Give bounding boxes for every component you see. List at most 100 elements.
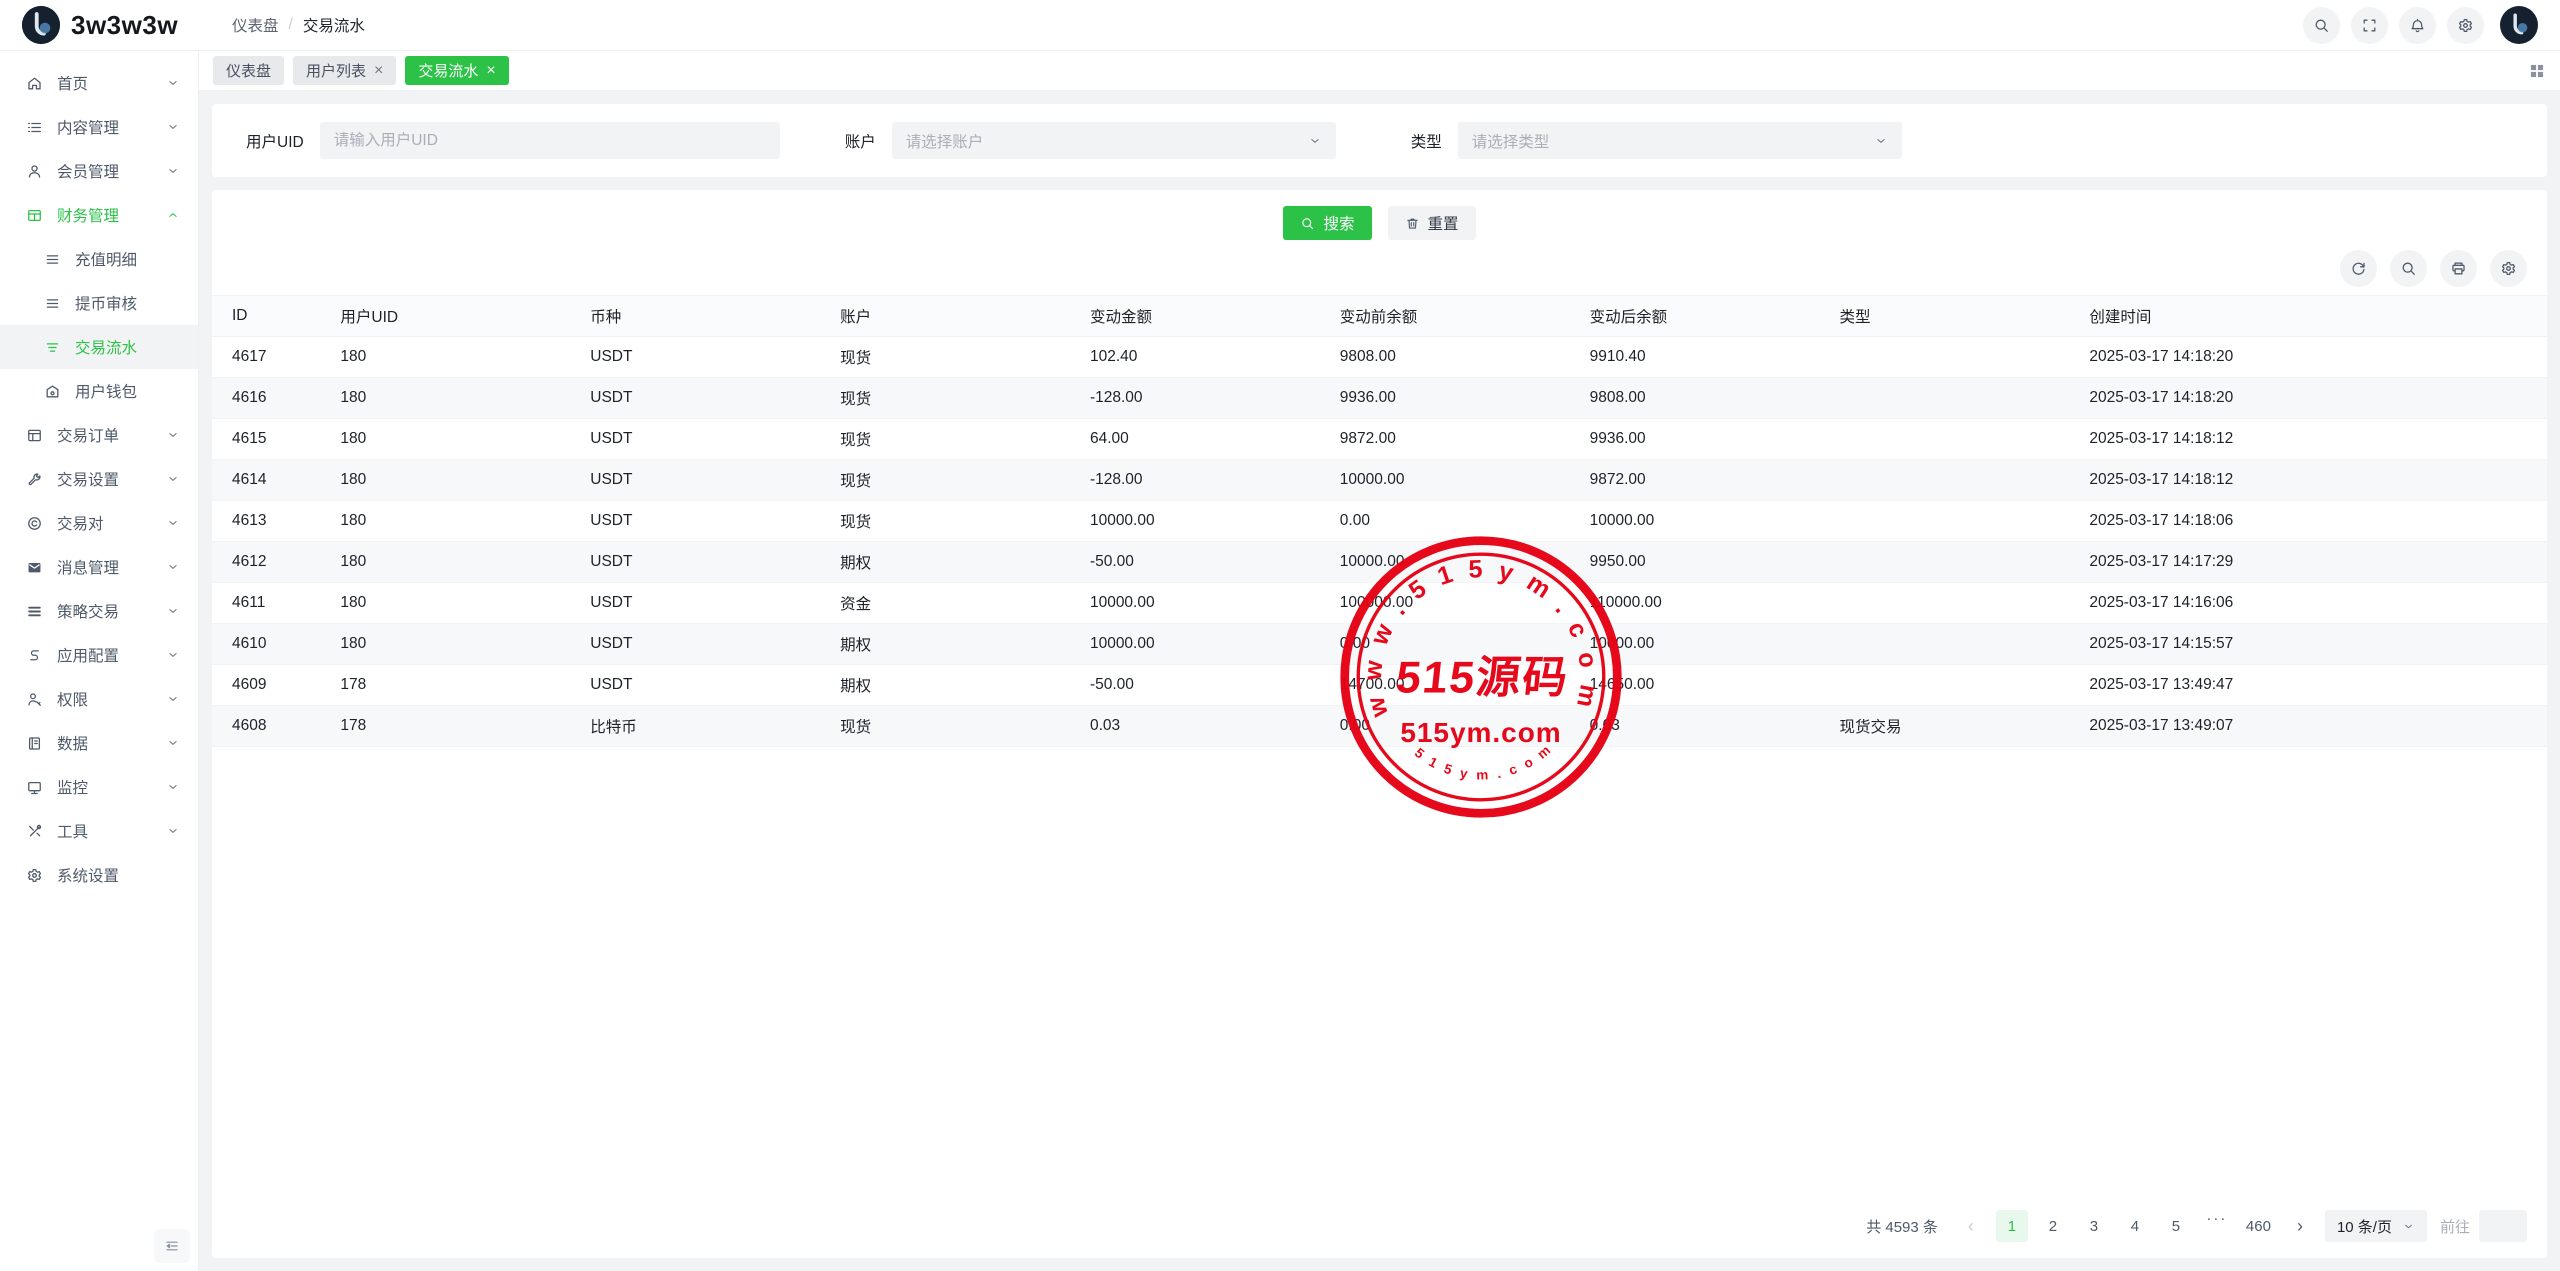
table-row[interactable]: 4610180USDT期权10000.000.0010000.002025-03… [212,624,2547,665]
sidebar-item-withdraw-audit[interactable]: 提币审核 [0,281,198,325]
table-gear-button[interactable] [2490,250,2527,287]
table-refresh-button[interactable] [2340,250,2377,287]
goto-page-input[interactable] [2479,1210,2527,1242]
table-row[interactable]: 4611180USDT资金10000.00100000.00110000.002… [212,583,2547,624]
page-button-4[interactable]: 4 [2119,1210,2151,1242]
tab-trade-flow[interactable]: 交易流水× [405,56,508,85]
page-size-select[interactable]: 10 条/页 [2325,1210,2427,1242]
next-page-button[interactable]: › [2284,1210,2316,1242]
avatar[interactable] [2500,6,2538,44]
tab-user-list[interactable]: 用户列表× [293,56,396,85]
monitor-icon [26,779,43,796]
table-search-button[interactable] [2390,250,2427,287]
sidebar-item-finance-mgmt[interactable]: 财务管理 [0,193,198,237]
sidebar-item-data[interactable]: 数据 [0,721,198,765]
sidebar-item-system-settings[interactable]: 系统设置 [0,853,198,897]
gear-button[interactable] [2447,7,2484,44]
sidebar-item-tools[interactable]: 工具 [0,809,198,853]
tabbar: 仪表盘用户列表× 交易流水× [199,51,2560,91]
filter-account-group: 账户 请选择账户 [845,122,1336,159]
table-card: 搜索 重置 ID用户UID币种账户变动金额变动前余额变动后余额类型创建时间 46… [212,190,2547,1258]
table-row[interactable]: 4608178比特币现货0.030.000.03现货交易2025-03-17 1… [212,706,2547,747]
collapse-icon [164,1238,180,1254]
chevron-down-icon [166,824,180,838]
app-logo-icon [22,6,60,44]
table-row[interactable]: 4617180USDT现货102.409808.009910.402025-03… [212,337,2547,378]
printer-icon [2450,260,2467,277]
column-header: 用户UID [340,296,590,337]
search-button[interactable] [2303,7,2340,44]
sidebar-item-content-mgmt[interactable]: 内容管理 [0,105,198,149]
sidebar-item-trade-flow[interactable]: 交易流水 [0,325,198,369]
tab-layout-button[interactable] [2528,62,2546,80]
sidebar-item-trade-orders[interactable]: 交易订单 [0,413,198,457]
table-row[interactable]: 4614180USDT现货-128.0010000.009872.002025-… [212,460,2547,501]
breadcrumb-dashboard[interactable]: 仪表盘 [232,14,279,36]
reset-button[interactable]: 重置 [1388,206,1476,240]
close-icon[interactable]: × [486,63,495,79]
fullscreen-button[interactable] [2351,7,2388,44]
search-button[interactable]: 搜索 [1283,206,1371,240]
sidebar-item-monitor[interactable]: 监控 [0,765,198,809]
fullscreen-icon [2361,17,2378,34]
logo-area[interactable]: 3w3w3w [22,6,200,44]
gear-icon [2500,260,2517,277]
sidebar-item-home[interactable]: 首页 [0,61,198,105]
chevron-down-icon [166,604,180,618]
chevron-down-icon [2402,1220,2415,1233]
type-select[interactable]: 请选择类型 [1458,122,1902,159]
bell-button[interactable] [2399,7,2436,44]
filter-uid-group: 用户UID [246,122,780,159]
sidebar-menu: 首页内容管理会员管理财务管理充值明细提币审核交易流水用户钱包交易订单交易设置交易… [0,61,198,897]
pagination-total: 共 4593 条 [1866,1216,1938,1237]
orders-icon [26,427,43,444]
account-select[interactable]: 请选择账户 [892,122,1336,159]
sidebar-item-trade-settings[interactable]: 交易设置 [0,457,198,501]
column-header: 创建时间 [2089,296,2547,337]
breadcrumb-current: 交易流水 [303,14,365,36]
table-row[interactable]: 4613180USDT现货10000.000.0010000.002025-03… [212,501,2547,542]
table-row[interactable]: 4609178USDT期权-50.0014700.0014650.002025-… [212,665,2547,706]
uid-input[interactable] [320,122,780,159]
chevron-down-icon [166,120,180,134]
sconfig-icon [26,647,43,664]
sidebar-item-recharge-detail[interactable]: 充值明细 [0,237,198,281]
bell-icon [2409,17,2426,34]
table-row[interactable]: 4615180USDT现货64.009872.009936.002025-03-… [212,419,2547,460]
sidebar-item-message-mgmt[interactable]: 消息管理 [0,545,198,589]
table-row[interactable]: 4612180USDT期权-50.0010000.009950.002025-0… [212,542,2547,583]
chevron-down-icon [166,516,180,530]
table-printer-button[interactable] [2440,250,2477,287]
search-icon [1300,216,1315,231]
prev-page-button[interactable]: ‹ [1955,1210,1987,1242]
sidebar-item-permission[interactable]: 权限 [0,677,198,721]
sidebar-item-trade-pairs[interactable]: 交易对 [0,501,198,545]
sidebar-collapse-button[interactable] [154,1229,190,1263]
tabs: 仪表盘用户列表× 交易流水× [213,56,509,85]
page-button-1[interactable]: 1 [1996,1210,2028,1242]
page-button-5[interactable]: 5 [2160,1210,2192,1242]
chevron-down-icon [166,736,180,750]
sidebar-item-strategy-trade[interactable]: 策略交易 [0,589,198,633]
chevron-down-icon [166,472,180,486]
table-toolbar [212,240,2547,295]
app-title: 3w3w3w [71,10,178,41]
close-icon[interactable]: × [374,63,383,79]
column-header: 类型 [1839,296,2089,337]
wrench-icon [26,471,43,488]
type-label: 类型 [1411,130,1442,152]
goto-label: 前往 [2440,1216,2470,1237]
page-button-2[interactable]: 2 [2037,1210,2069,1242]
table-row[interactable]: 4616180USDT现货-128.009936.009808.002025-0… [212,378,2547,419]
page-button-3[interactable]: 3 [2078,1210,2110,1242]
tab-dashboard[interactable]: 仪表盘 [213,56,284,85]
column-header: 账户 [840,296,1090,337]
sidebar-item-member-mgmt[interactable]: 会员管理 [0,149,198,193]
search-icon [2313,17,2330,34]
permission-icon [26,691,43,708]
sidebar-item-app-config[interactable]: 应用配置 [0,633,198,677]
pagination-ellipsis[interactable]: ··· [2201,1210,2233,1242]
chevron-down-icon [166,692,180,706]
sidebar-item-user-wallet[interactable]: 用户钱包 [0,369,198,413]
page-button-460[interactable]: 460 [2242,1210,2275,1242]
